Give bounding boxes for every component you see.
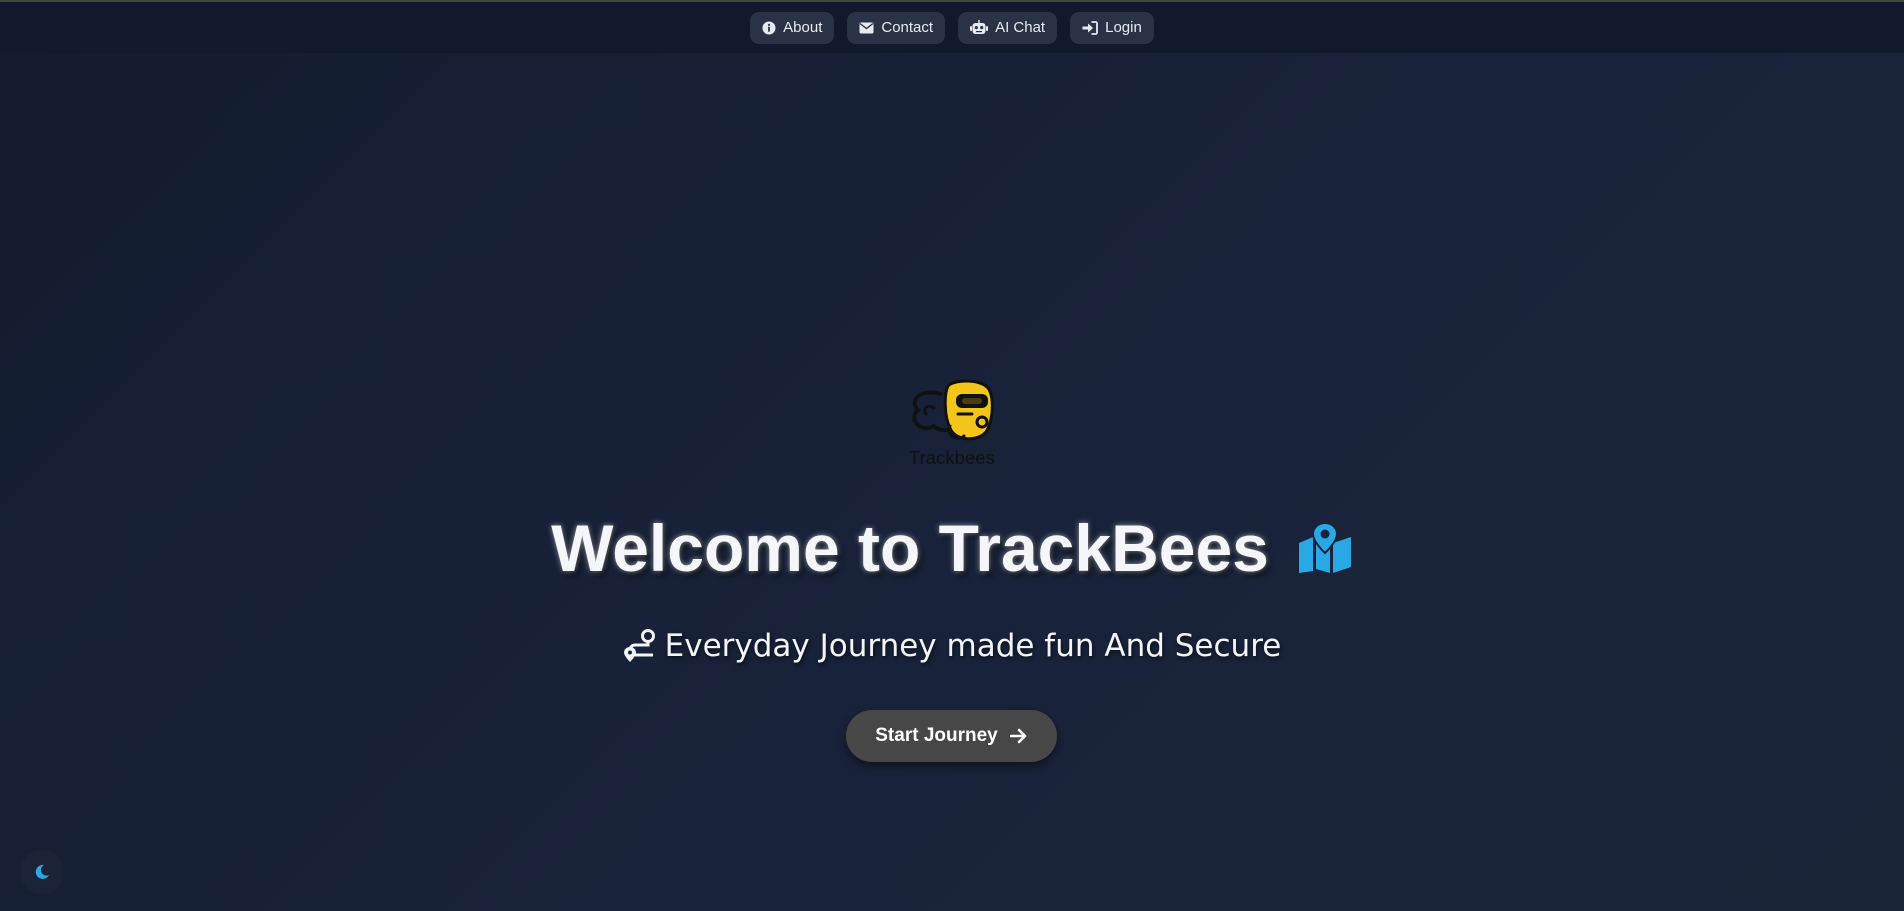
subtitle-row: Everyday Journey made fun And Secure [0, 628, 1904, 664]
theme-toggle-button[interactable] [20, 850, 64, 894]
trackbees-logo: Trackbees [900, 378, 1004, 474]
arrow-right-icon [1009, 728, 1027, 744]
page-title: Welcome to TrackBees [551, 511, 1269, 585]
logo-text: Trackbees [908, 448, 996, 468]
page-subtitle: Everyday Journey made fun And Secure [664, 628, 1282, 664]
start-journey-label: Start Journey [875, 725, 998, 746]
title-row: Welcome to TrackBees [0, 510, 1904, 586]
route-icon [623, 629, 655, 662]
moon-icon [35, 864, 49, 879]
hero-section: Trackbees Welcome to TrackBees Everyday … [0, 0, 1904, 911]
bee-logo-icon [912, 379, 994, 441]
start-journey-button[interactable]: Start Journey [846, 710, 1057, 762]
map-location-icon [1298, 523, 1351, 573]
